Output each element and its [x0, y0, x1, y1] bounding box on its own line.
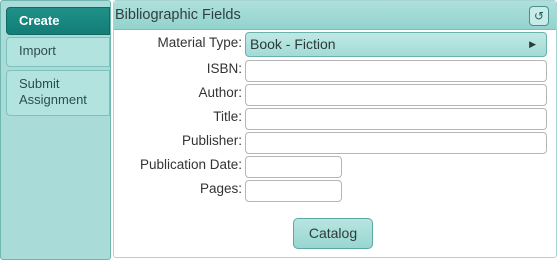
dropdown-arrow-icon: ▶ [529, 39, 536, 49]
catalog-button-label: Catalog [308, 225, 358, 241]
tab-submit-assignment[interactable]: Submit Assignment [6, 70, 110, 116]
tab-import-label: Import [19, 43, 56, 58]
panel-title: Bibliographic Fields [115, 7, 241, 23]
title-input[interactable] [245, 108, 547, 130]
author-input[interactable] [245, 84, 547, 106]
isbn-label: ISBN: [206, 61, 242, 76]
tab-create-label: Create [19, 13, 60, 28]
publication-date-input[interactable] [245, 156, 342, 178]
refresh-icon[interactable]: ↺ [529, 6, 549, 26]
isbn-input[interactable] [245, 60, 547, 82]
title-label: Title: [213, 109, 242, 124]
publication-date-label: Publication Date: [139, 157, 242, 172]
tab-import[interactable]: Import [6, 37, 110, 67]
bibliographic-fields-panel: Bibliographic Fields ↺ Material Type: Bo… [113, 0, 557, 258]
material-type-value: Book - Fiction [250, 36, 336, 52]
pages-input[interactable] [245, 180, 342, 202]
publisher-label: Publisher: [181, 133, 242, 148]
tab-create[interactable]: Create [6, 7, 110, 35]
panel-header: Bibliographic Fields ↺ [114, 1, 556, 30]
material-type-label: Material Type: [157, 35, 242, 50]
author-label: Author: [198, 85, 242, 100]
pages-label: Pages: [199, 181, 242, 196]
tab-submit-assignment-label: Submit Assignment [19, 76, 87, 107]
sidebar: Create Import Submit Assignment [0, 0, 111, 260]
publisher-input[interactable] [245, 132, 547, 154]
material-type-select[interactable]: Book - Fiction ▶ [245, 32, 547, 57]
catalog-button[interactable]: Catalog [293, 218, 373, 249]
